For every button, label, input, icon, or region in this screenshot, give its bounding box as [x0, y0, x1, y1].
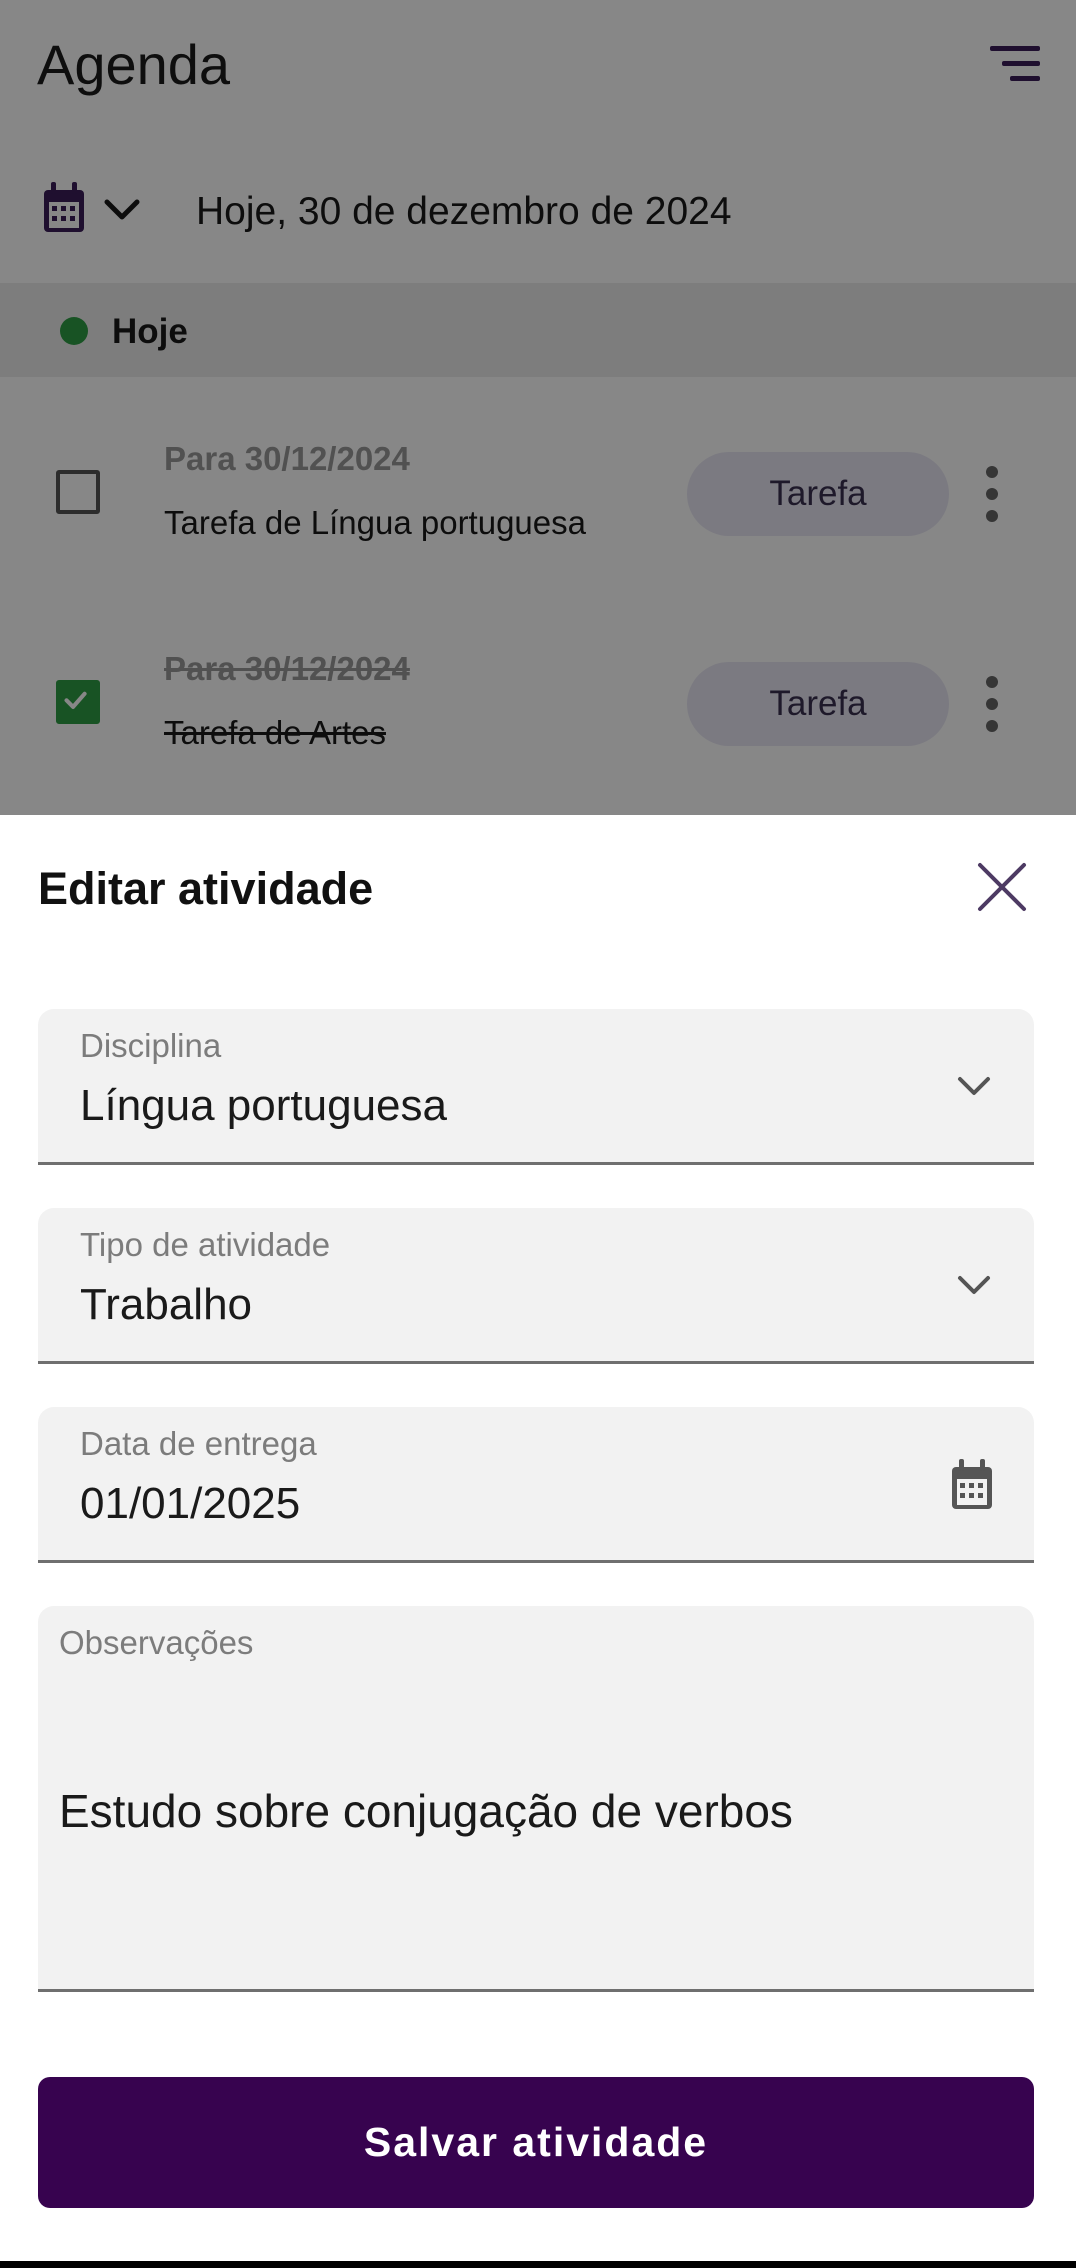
chevron-down-icon[interactable]: [954, 1272, 994, 1300]
notes-textarea[interactable]: Observações Estudo sobre conjugação de v…: [38, 1606, 1034, 1992]
due-date-value: 01/01/2025: [80, 1479, 301, 1528]
notes-label: Observações: [59, 1624, 254, 1661]
notes-value: Estudo sobre conjugação de verbos: [59, 1785, 793, 1837]
due-date-label: Data de entrega: [80, 1425, 317, 1462]
discipline-label: Disciplina: [80, 1027, 222, 1064]
activity-type-select[interactable]: Tipo de atividade Trabalho: [38, 1208, 1034, 1364]
discipline-value: Língua portuguesa: [80, 1081, 447, 1130]
close-icon[interactable]: [974, 859, 1030, 915]
sheet-title: Editar atividade: [38, 863, 374, 914]
chevron-down-icon[interactable]: [954, 1073, 994, 1101]
activity-type-value: Trabalho: [80, 1280, 253, 1329]
discipline-select[interactable]: Disciplina Língua portuguesa: [38, 1009, 1034, 1165]
edit-activity-sheet: Editar atividade Disciplina Língua portu…: [0, 815, 1076, 2261]
calendar-icon[interactable]: [950, 1459, 994, 1511]
due-date-field[interactable]: Data de entrega 01/01/2025: [38, 1407, 1034, 1563]
modal-scrim[interactable]: [0, 0, 1076, 815]
activity-type-label: Tipo de atividade: [80, 1226, 331, 1263]
save-activity-button[interactable]: Salvar atividade: [38, 2077, 1034, 2208]
agenda-screen: Agenda Hoje, 30 de dezembro de 2024 Hoje…: [0, 0, 1076, 815]
